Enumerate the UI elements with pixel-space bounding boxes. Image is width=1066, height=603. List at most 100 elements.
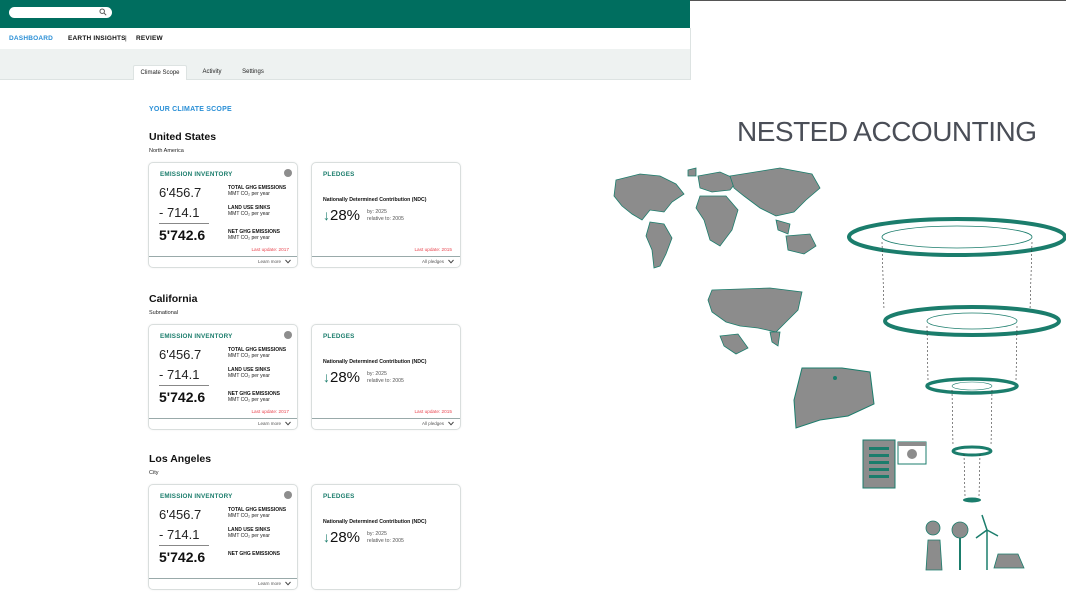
- info-icon[interactable]: [284, 169, 292, 177]
- info-icon[interactable]: [284, 491, 292, 499]
- region-type: North America: [149, 148, 184, 154]
- ndc-label: Nationally Determined Contribution (NDC): [323, 519, 427, 525]
- nav-dashboard[interactable]: DASHBOARD: [9, 35, 53, 42]
- region-name: United States: [149, 131, 217, 143]
- search-icon[interactable]: [99, 8, 107, 16]
- unit-label: MMT CO₂ per year: [228, 211, 270, 217]
- unit-label: MMT CO₂ per year: [228, 191, 270, 197]
- learn-more-link[interactable]: Learn more: [258, 259, 281, 264]
- pledge-relative: relative to: 2005: [367, 216, 404, 222]
- last-update: Last update: 2017: [251, 247, 289, 252]
- tab-bar: Climate Scope Activity Settings: [0, 49, 691, 80]
- learn-more-link[interactable]: Learn more: [258, 581, 281, 586]
- total-emissions-value: 6'456.7: [159, 347, 202, 362]
- pledge-percent: ↓28%: [323, 369, 360, 386]
- pledge-info: by: 2025 relative to: 2005: [367, 209, 404, 223]
- unit-label: MMT CO₂ per year: [228, 353, 270, 359]
- chevron-down-icon[interactable]: [285, 259, 291, 264]
- card-title: EMISSION INVENTORY: [160, 333, 233, 340]
- card-title: PLEDGES: [323, 171, 355, 178]
- percent-value: 28%: [330, 529, 361, 546]
- pledge-percent: ↓28%: [323, 529, 360, 546]
- pledge-by: by: 2025: [367, 371, 387, 377]
- emission-inventory-card: EMISSION INVENTORY 6'456.7 TOTAL GHG EMI…: [148, 484, 298, 590]
- nature-energy-icons: [925, 514, 1025, 571]
- sum-divider: [159, 545, 209, 546]
- emission-inventory-card: EMISSION INVENTORY 6'456.7 TOTAL GHG EMI…: [148, 324, 298, 430]
- all-pledges-footer[interactable]: All pledges: [312, 256, 460, 267]
- main-nav: DASHBOARD EARTH INSIGHTS | REVIEW: [0, 28, 691, 49]
- pledge-info: by: 2025 relative to: 2005: [367, 371, 404, 385]
- chevron-down-icon[interactable]: [285, 421, 291, 426]
- emission-inventory-card: EMISSION INVENTORY 6'456.7 TOTAL GHG EMI…: [148, 162, 298, 268]
- card-title: EMISSION INVENTORY: [160, 493, 233, 500]
- unit-label: MMT CO₂ per year: [228, 533, 270, 539]
- card-title: PLEDGES: [323, 493, 355, 500]
- ndc-label: Nationally Determined Contribution (NDC): [323, 197, 427, 203]
- learn-more-footer[interactable]: Learn more: [149, 418, 297, 429]
- net-emissions-value: 5'742.6: [159, 389, 206, 405]
- region-type: City: [149, 470, 159, 476]
- last-update: Last update: 2015: [414, 409, 452, 414]
- percent-value: 28%: [330, 207, 361, 224]
- state-map: [793, 367, 875, 429]
- arrow-down-icon: ↓: [323, 369, 330, 385]
- all-pledges-link[interactable]: All pledges: [422, 259, 444, 264]
- total-emissions-value: 6'456.7: [159, 507, 202, 522]
- percent-value: 28%: [330, 369, 361, 386]
- nested-accounting-illustration: [613, 167, 1066, 571]
- nav-review[interactable]: REVIEW: [136, 35, 163, 42]
- unit-label: MMT CO₂ per year: [228, 373, 270, 379]
- chevron-down-icon[interactable]: [448, 259, 454, 264]
- arrow-down-icon: ↓: [323, 529, 330, 545]
- sum-divider: [159, 385, 209, 386]
- pledge-relative: relative to: 2005: [367, 538, 404, 544]
- pledges-card: PLEDGES Nationally Determined Contributi…: [311, 324, 461, 430]
- pledge-by: by: 2025: [367, 209, 387, 215]
- unit-label: MMT CO₂ per year: [228, 235, 270, 241]
- last-update: Last update: 2017: [251, 409, 289, 414]
- region-name: California: [149, 293, 198, 305]
- building-icon: [862, 439, 896, 489]
- pledge-by: by: 2025: [367, 531, 387, 537]
- section-title: YOUR CLIMATE SCOPE: [149, 106, 232, 113]
- pledge-info: by: 2025 relative to: 2005: [367, 531, 404, 545]
- chevron-down-icon[interactable]: [285, 581, 291, 586]
- net-emissions-value: 5'742.6: [159, 549, 206, 565]
- certificate-icon: [897, 441, 927, 465]
- card-title: EMISSION INVENTORY: [160, 171, 233, 178]
- net-emissions-label: NET GHG EMISSIONS: [228, 551, 280, 557]
- unit-label: MMT CO₂ per year: [228, 397, 270, 403]
- land-sinks-value: - 714.1: [159, 367, 200, 382]
- chevron-down-icon[interactable]: [448, 421, 454, 426]
- slide-title: NESTED ACCOUNTING: [737, 116, 1037, 147]
- sum-divider: [159, 223, 209, 224]
- search-input[interactable]: [9, 7, 112, 18]
- divider: [690, 0, 1066, 1]
- arrow-down-icon: ↓: [323, 207, 330, 223]
- last-update: Last update: 2015: [414, 247, 452, 252]
- pledge-percent: ↓28%: [323, 207, 360, 224]
- land-sinks-value: - 714.1: [159, 205, 200, 220]
- all-pledges-link[interactable]: All pledges: [422, 421, 444, 426]
- pledges-card: PLEDGES Nationally Determined Contributi…: [311, 484, 461, 590]
- unit-label: MMT CO₂ per year: [228, 513, 270, 519]
- pledges-card: PLEDGES Nationally Determined Contributi…: [311, 162, 461, 268]
- tab-activity[interactable]: Activity: [193, 65, 231, 79]
- net-emissions-value: 5'742.6: [159, 227, 206, 243]
- region-type: Subnational: [149, 310, 179, 316]
- nav-separator: |: [125, 35, 127, 42]
- total-emissions-value: 6'456.7: [159, 185, 202, 200]
- learn-more-link[interactable]: Learn more: [258, 421, 281, 426]
- info-icon[interactable]: [284, 331, 292, 339]
- tab-climate-scope[interactable]: Climate Scope: [133, 65, 187, 80]
- nav-earth-insights[interactable]: EARTH INSIGHTS: [68, 35, 126, 42]
- region-name: Los Angeles: [149, 453, 212, 465]
- tab-settings[interactable]: Settings: [236, 65, 270, 79]
- ndc-label: Nationally Determined Contribution (NDC): [323, 359, 427, 365]
- learn-more-footer[interactable]: Learn more: [149, 578, 297, 589]
- learn-more-footer[interactable]: Learn more: [149, 256, 297, 267]
- usa-map: [707, 287, 803, 355]
- all-pledges-footer[interactable]: All pledges: [312, 418, 460, 429]
- land-sinks-value: - 714.1: [159, 527, 200, 542]
